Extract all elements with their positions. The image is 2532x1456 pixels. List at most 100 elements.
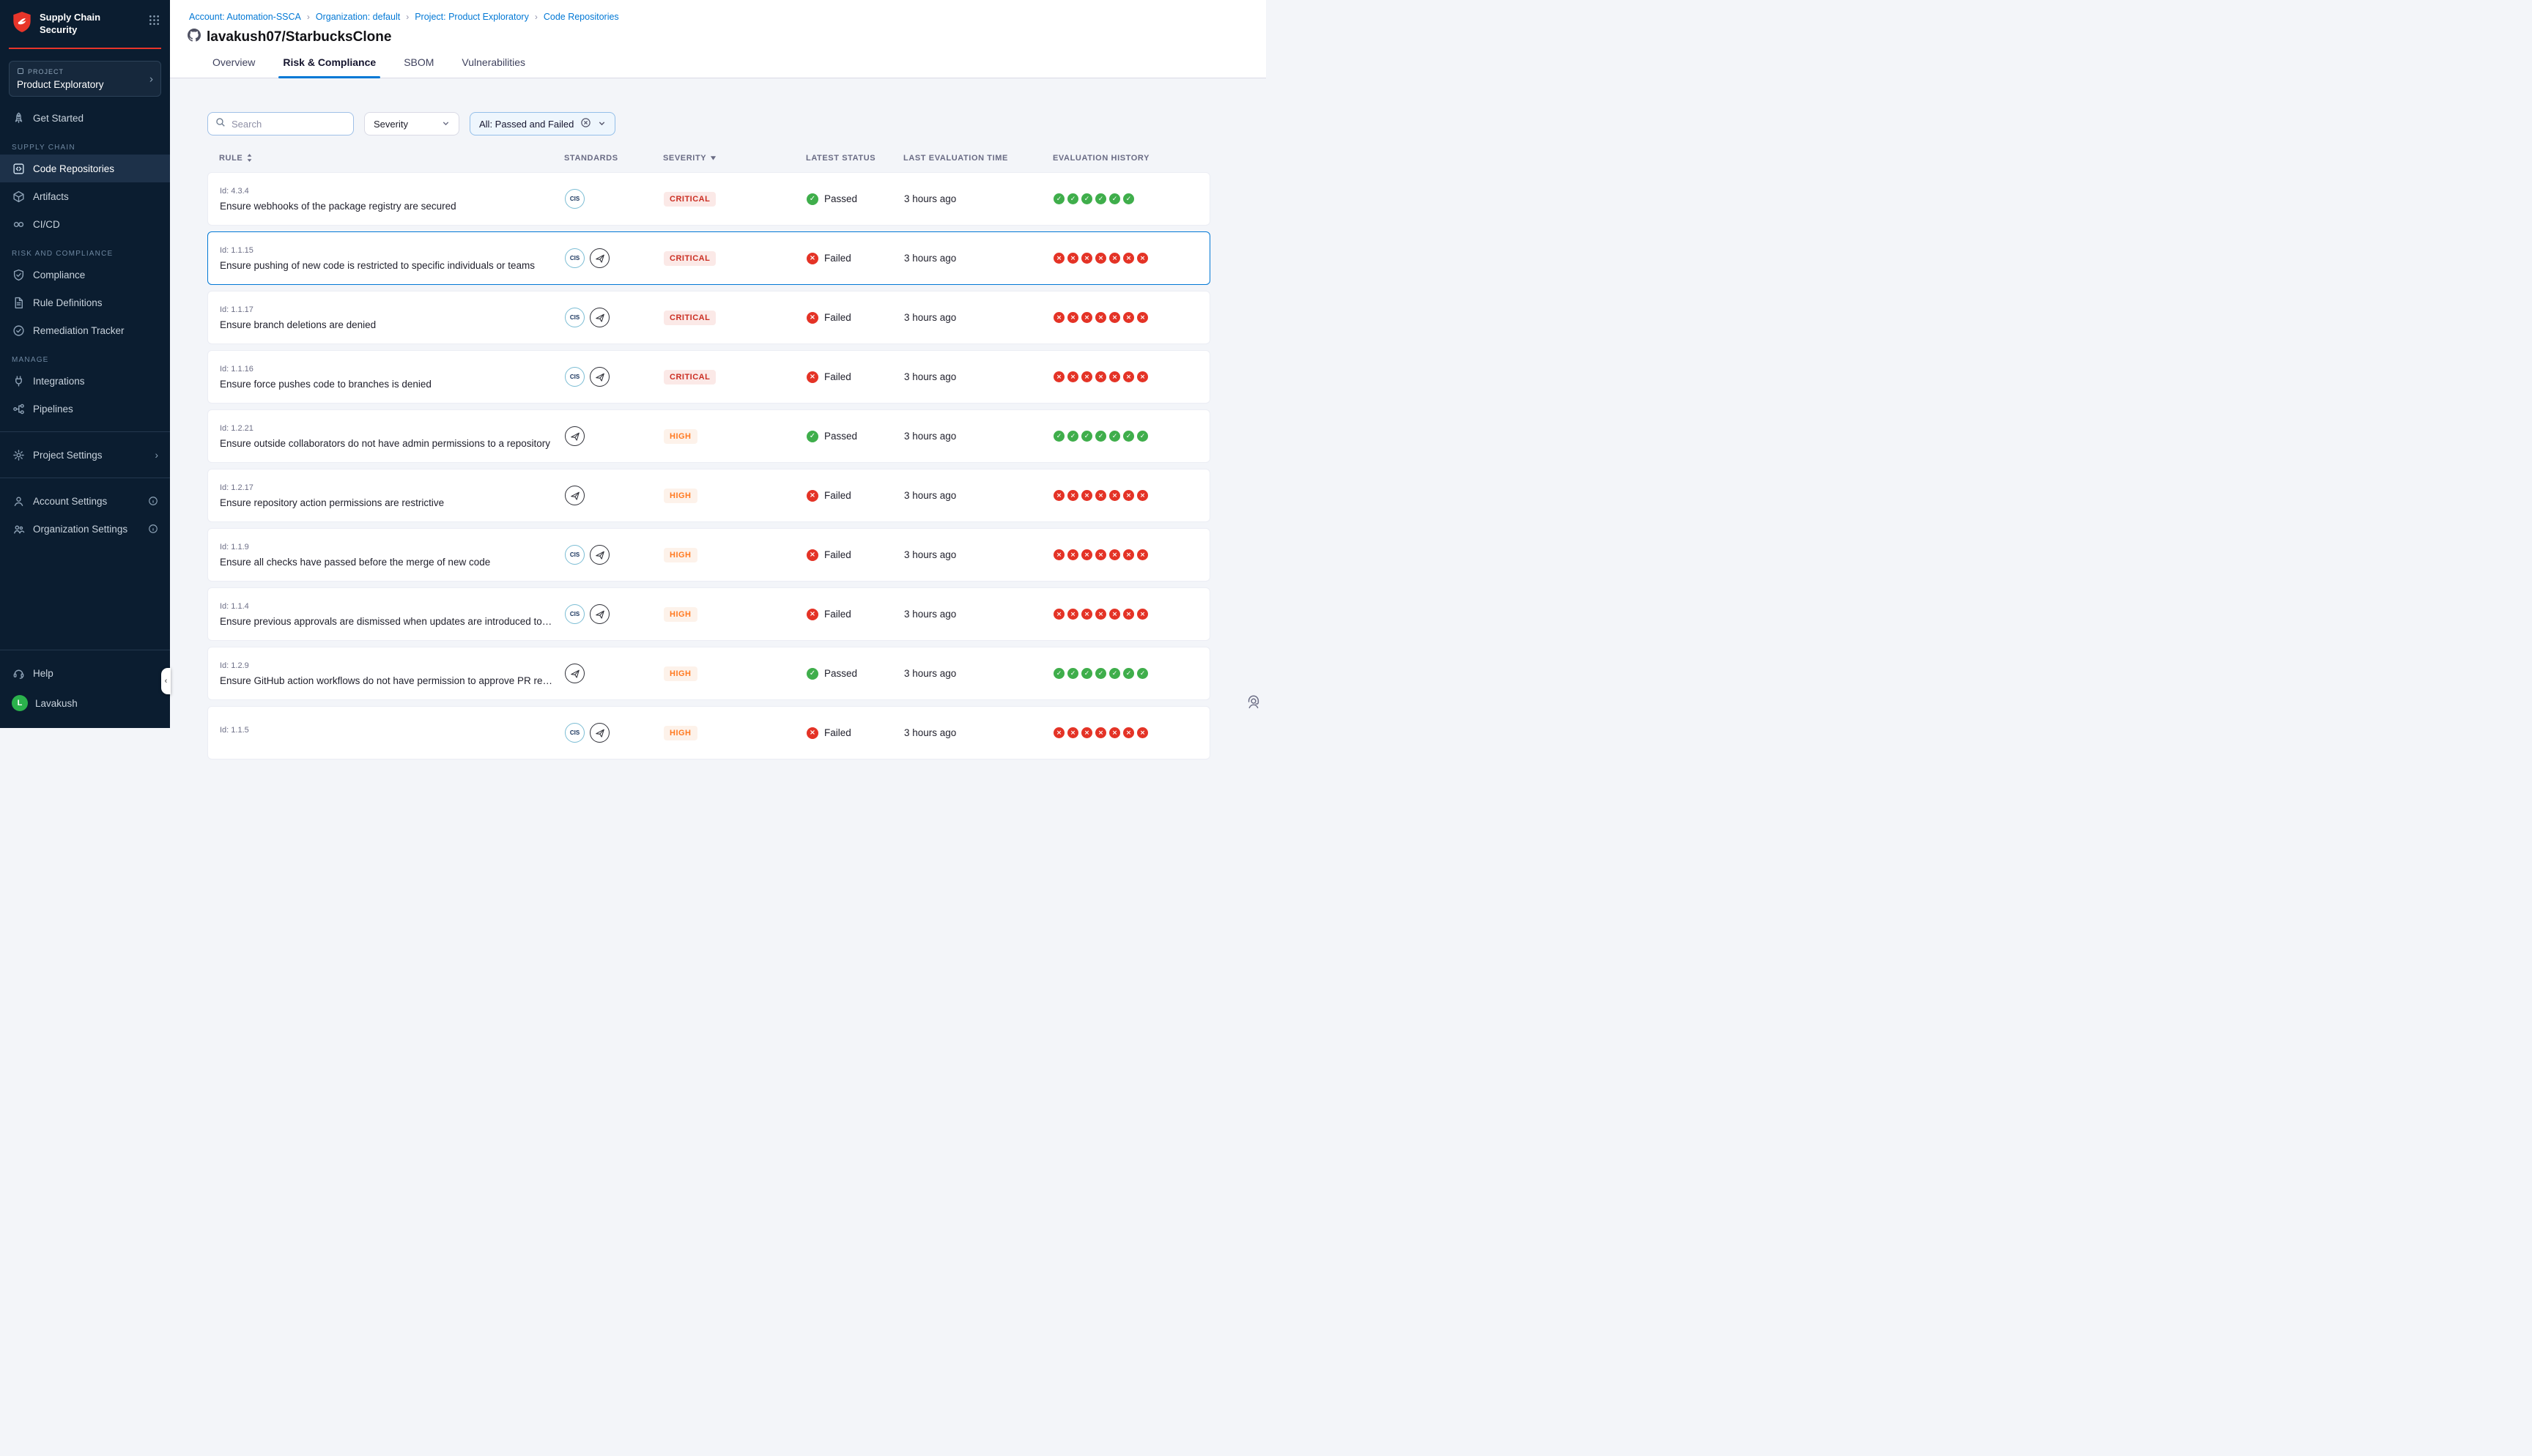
table-row[interactable]: Id: 1.2.9 Ensure GitHub action workflows… (207, 647, 1210, 700)
history-fail-icon: × (1095, 371, 1106, 382)
tab-overview[interactable]: Overview (212, 56, 255, 78)
scorecard-standard-badge (590, 248, 610, 268)
sidebar-item-label: CI/CD (33, 219, 60, 230)
status-label: Failed (824, 490, 851, 501)
history-cell: ✓✓✓✓✓✓✓ (1054, 668, 1210, 679)
column-header-rule[interactable]: RULE (207, 153, 564, 163)
project-label: PROJECT (28, 68, 64, 75)
rule-id: Id: 1.2.9 (220, 661, 565, 670)
sidebar-item-remediation-tracker[interactable]: Remediation Tracker (0, 316, 170, 344)
status-icon: × (807, 727, 818, 739)
history-fail-icon: × (1054, 312, 1065, 323)
column-header-severity[interactable]: SEVERITY (663, 154, 806, 163)
severity-filter-label: Severity (374, 119, 408, 130)
project-selector[interactable]: PROJECT Product Exploratory › (9, 61, 161, 97)
severity-filter-dropdown[interactable]: Severity (364, 112, 459, 135)
table-row[interactable]: Id: 1.2.21 Ensure outside collaborators … (207, 409, 1210, 463)
history-fail-icon: × (1095, 490, 1106, 501)
history-fail-icon: × (1067, 609, 1078, 620)
status-icon: × (807, 312, 818, 324)
sidebar-item-cicd[interactable]: CI/CD (0, 210, 170, 238)
chevron-right-icon: › (149, 73, 153, 85)
rule-id: Id: 1.2.17 (220, 483, 565, 492)
breadcrumb-project[interactable]: Project: Product Exploratory (415, 12, 529, 22)
history-cell: ××××××× (1054, 253, 1210, 264)
history-fail-icon: × (1081, 549, 1092, 560)
rule-title: Ensure previous approvals are dismissed … (220, 616, 565, 627)
severity-badge: CRITICAL (664, 370, 716, 385)
info-icon (148, 496, 158, 506)
user-menu[interactable]: L Lavakush (0, 687, 170, 719)
breadcrumb-organization[interactable]: Organization: default (316, 12, 400, 22)
support-chat-icon[interactable] (1245, 694, 1262, 714)
history-fail-icon: × (1067, 490, 1078, 501)
sidebar-item-label: Compliance (33, 270, 85, 281)
history-fail-icon: × (1067, 371, 1078, 382)
history-fail-icon: × (1067, 253, 1078, 264)
search-box (207, 112, 354, 135)
module-grid-icon[interactable] (149, 15, 160, 29)
history-fail-icon: × (1137, 727, 1148, 738)
table-row[interactable]: Id: 4.3.4 Ensure webhooks of the package… (207, 172, 1210, 226)
sidebar-item-project-settings[interactable]: Project Settings › (0, 441, 170, 469)
status-cell: × Failed (807, 253, 904, 264)
history-fail-icon: × (1137, 490, 1148, 501)
severity-badge: CRITICAL (664, 251, 716, 266)
history-fail-icon: × (1095, 253, 1106, 264)
sidebar-item-integrations[interactable]: Integrations (0, 367, 170, 395)
history-fail-icon: × (1137, 253, 1148, 264)
status-icon: × (807, 549, 818, 561)
cis-standard-badge: CIS (565, 189, 585, 209)
tab-sbom[interactable]: SBOM (404, 56, 434, 78)
history-pass-icon: ✓ (1067, 668, 1078, 679)
breadcrumb-code-repositories[interactable]: Code Repositories (544, 12, 619, 22)
sidebar-item-organization-settings[interactable]: Organization Settings (0, 515, 170, 543)
severity-cell: HIGH (664, 489, 807, 503)
table-row[interactable]: Id: 1.1.17 Ensure branch deletions are d… (207, 291, 1210, 344)
sidebar-item-rule-definitions[interactable]: Rule Definitions (0, 289, 170, 316)
cicd-icon (12, 218, 25, 231)
search-input[interactable] (232, 119, 346, 130)
table-row[interactable]: Id: 1.1.15 Ensure pushing of new code is… (207, 231, 1210, 285)
severity-cell: HIGH (664, 429, 807, 444)
history-fail-icon: × (1123, 609, 1134, 620)
tab-vulnerabilities[interactable]: Vulnerabilities (462, 56, 525, 78)
sidebar-item-label: Get Started (33, 113, 84, 124)
status-label: Failed (824, 253, 851, 264)
scorecard-standard-badge (565, 426, 585, 446)
sidebar-item-artifacts[interactable]: Artifacts (0, 182, 170, 210)
sidebar-item-label: Remediation Tracker (33, 325, 125, 336)
breadcrumb-account[interactable]: Account: Automation-SSCA (189, 12, 301, 22)
table-row[interactable]: Id: 1.1.9 Ensure all checks have passed … (207, 528, 1210, 582)
history-pass-icon: ✓ (1081, 193, 1092, 204)
standards-cell: CIS (565, 367, 664, 387)
sidebar-item-pipelines[interactable]: Pipelines (0, 395, 170, 423)
evaluation-time: 3 hours ago (904, 668, 1054, 679)
sidebar-item-get-started[interactable]: Get Started (0, 104, 170, 132)
severity-cell: HIGH (664, 666, 807, 681)
remediation-tracker-icon (12, 324, 25, 337)
status-cell: × Failed (807, 490, 904, 502)
clear-filter-icon[interactable] (580, 117, 591, 130)
sidebar-collapse-handle[interactable]: ‹ (161, 668, 171, 694)
rule-cell: Id: 1.2.17 Ensure repository action perm… (208, 483, 565, 508)
sidebar-item-help[interactable]: Help (0, 659, 170, 687)
history-fail-icon: × (1109, 490, 1120, 501)
tab-risk-compliance[interactable]: Risk & Compliance (283, 56, 376, 78)
table-row[interactable]: Id: 1.1.5 CIS HIGH × Failed 3 hours (207, 706, 1210, 759)
status-filter-dropdown[interactable]: All: Passed and Failed (470, 112, 615, 135)
table-row[interactable]: Id: 1.1.16 Ensure force pushes code to b… (207, 350, 1210, 404)
history-fail-icon: × (1109, 312, 1120, 323)
table-row[interactable]: Id: 1.2.17 Ensure repository action perm… (207, 469, 1210, 522)
sidebar-item-code-repositories[interactable]: Code Repositories (0, 155, 170, 182)
status-icon: × (807, 253, 818, 264)
rule-title: Ensure outside collaborators do not have… (220, 438, 565, 449)
sidebar-item-compliance[interactable]: Compliance (0, 261, 170, 289)
rule-id: Id: 1.1.5 (220, 726, 565, 735)
history-fail-icon: × (1081, 727, 1092, 738)
history-fail-icon: × (1067, 549, 1078, 560)
table-row[interactable]: Id: 1.1.4 Ensure previous approvals are … (207, 587, 1210, 641)
sidebar-item-account-settings[interactable]: Account Settings (0, 487, 170, 515)
standards-cell: CIS (565, 604, 664, 624)
history-pass-icon: ✓ (1109, 431, 1120, 442)
